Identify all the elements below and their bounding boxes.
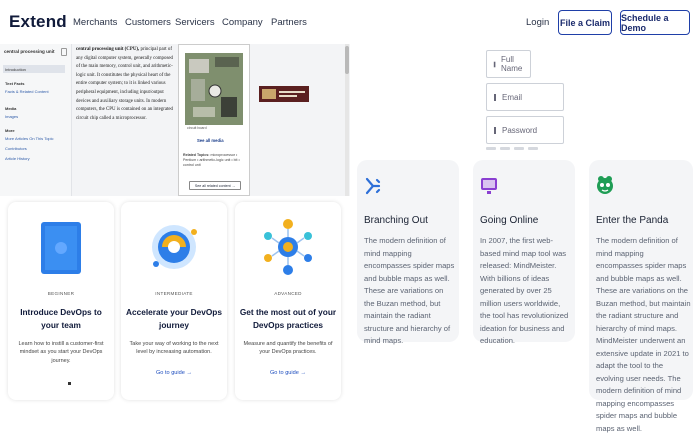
card-enter-the-panda: Enter the Panda The modern definition of… [589, 160, 693, 433]
toc-item-images[interactable]: Images [5, 114, 18, 119]
toc-heading-media: Media [5, 106, 17, 111]
file-claim-button[interactable]: File a Claim [558, 10, 612, 35]
toc-item-introduction[interactable]: Introduction [5, 67, 26, 72]
see-all-related-button[interactable]: See all related content → [189, 181, 241, 190]
toc-item-contributors[interactable]: Contributors [5, 146, 27, 151]
intermediate-illustration [152, 225, 197, 269]
top-navbar: Extend Merchants Customers Servicers Com… [0, 0, 700, 44]
logo[interactable]: Extend [9, 12, 67, 32]
card-text: The modern definition of mind mapping en… [364, 236, 455, 345]
schedule-demo-button[interactable]: Schedule a Demo [620, 10, 690, 35]
advanced-illustration [264, 219, 312, 275]
nav-link-merchants[interactable]: Merchants [73, 17, 117, 28]
scrollbar-thumb[interactable] [345, 46, 349, 74]
related-topics: Related Topics: microprocessor • Pentium… [183, 153, 247, 168]
step-dot [486, 147, 496, 150]
devops-card-advanced[interactable]: ADVANCED Get the most out of your DevOps… [235, 202, 341, 400]
ad-banner[interactable] [259, 86, 309, 102]
form-step-indicator [486, 147, 538, 150]
article-toc: central processing unit Introduction Tex… [0, 44, 72, 196]
article-preview: central processing unit Introduction Tex… [0, 44, 350, 196]
nav-link-partners[interactable]: Partners [271, 17, 307, 28]
article-body: central processing unit (CPU), principal… [76, 46, 176, 123]
card-title: Branching Out [364, 215, 428, 226]
beginner-illustration [41, 222, 81, 274]
card-title: Accelerate your DevOps journey [126, 307, 222, 330]
card-text: Measure and quantify the benefits of you… [243, 341, 333, 356]
full-name-field[interactable]: Full Name [486, 50, 531, 78]
article-lead: central processing unit (CPU), [76, 47, 140, 52]
card-title: Going Online [480, 215, 539, 226]
card-text: In 2007, the first web-based mind map to… [480, 236, 569, 345]
card-level-tag: BEGINNER [47, 291, 75, 296]
image-caption: circuit board [187, 126, 207, 130]
toc-item-more-articles[interactable]: More Articles On This Topic [5, 136, 54, 141]
card-title: Introduce DevOps to your team [20, 307, 102, 330]
user-icon [493, 61, 496, 67]
card-text: Learn how to instill a customer-first mi… [18, 341, 104, 364]
devops-card-beginner[interactable]: BEGINNER Introduce DevOps to your team L… [8, 202, 114, 400]
email-field[interactable]: Email [486, 83, 564, 111]
step-dot [500, 147, 510, 150]
password-placeholder: Password [502, 125, 538, 135]
related-label: Related Topics: [183, 153, 210, 157]
monitor-icon [481, 178, 497, 194]
circuit-board-image[interactable] [185, 53, 243, 125]
full-name-placeholder: Full Name [500, 55, 523, 73]
card-level-tag: ADVANCED [274, 291, 302, 296]
branch-icon [365, 177, 381, 195]
toc-item-facts[interactable]: Facts & Related Content [5, 89, 49, 94]
toc-heading-more: More [5, 128, 15, 133]
card-text: The modern definition of mind mapping en… [596, 236, 691, 433]
carousel-dot[interactable] [68, 382, 71, 385]
step-dot [514, 147, 524, 150]
card-title: Get the most out of your DevOps practice… [239, 307, 337, 330]
mail-icon [494, 93, 496, 101]
email-placeholder: Email [502, 92, 523, 102]
nav-link-customers[interactable]: Customers [125, 17, 171, 28]
nav-link-servicers[interactable]: Servicers [175, 17, 215, 28]
lock-icon [494, 126, 496, 134]
nav-link-company[interactable]: Company [222, 17, 263, 28]
card-going-online: Going Online In 2007, the first web-base… [473, 160, 575, 345]
article-text: principal part of any digital computer s… [76, 47, 173, 121]
card-level-tag: INTERMEDIATE [155, 291, 193, 296]
devops-card-intermediate[interactable]: INTERMEDIATE Accelerate your DevOps jour… [121, 202, 227, 400]
go-to-guide-link[interactable]: Go to guide → [235, 370, 341, 376]
toc-item-article-history[interactable]: Article History [5, 156, 30, 161]
step-dot [528, 147, 538, 150]
infobox: circuit board See all media Related Topi… [178, 44, 250, 196]
panda-icon [597, 176, 613, 194]
card-title: Enter the Panda [596, 215, 669, 226]
toc-toggle-icon[interactable] [61, 48, 67, 56]
card-text: Take your way of working to the next lev… [129, 341, 219, 356]
go-to-guide-link[interactable]: Go to guide → [121, 370, 227, 376]
password-field[interactable]: Password [486, 116, 564, 144]
login-link[interactable]: Login [526, 17, 549, 28]
toc-heading-text-facts: Text Facts [5, 81, 25, 86]
see-all-media-link[interactable]: See all media [197, 138, 224, 143]
toc-title: central processing unit [4, 49, 55, 54]
card-branching-out: Branching Out The modern definition of m… [357, 160, 459, 345]
